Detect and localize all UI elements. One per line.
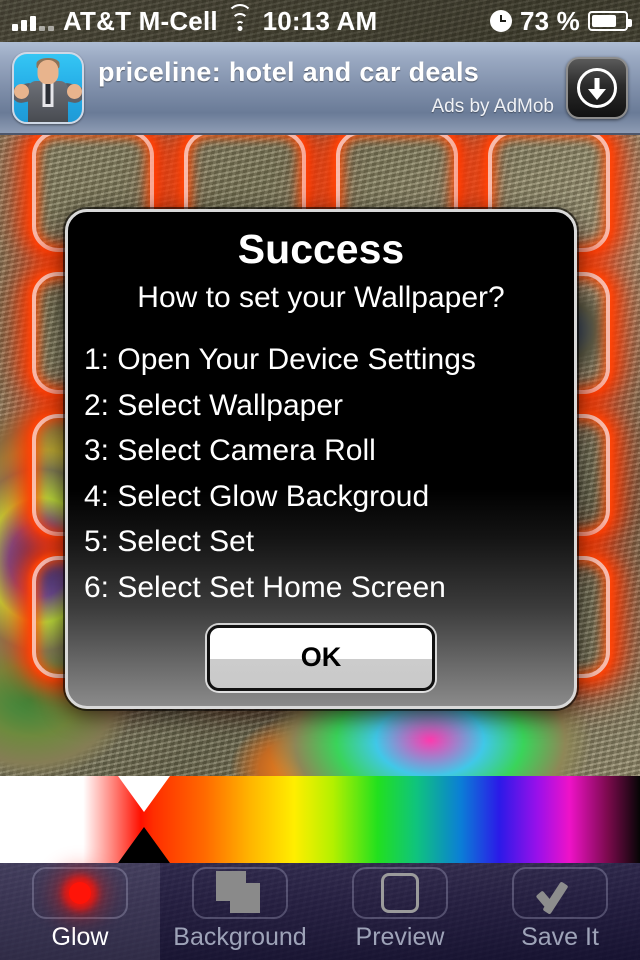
success-dialog: Success How to set your Wallpaper? 1: Op…: [65, 209, 577, 709]
checkmark-icon: [535, 876, 583, 915]
alarm-clock-icon: [489, 10, 512, 32]
empty-frame-icon: [381, 873, 419, 913]
tab-background-icon-box: [192, 867, 288, 919]
tab-save-it-icon-box: [512, 867, 608, 919]
ad-text-block: priceline: hotel and car deals Ads by Ad…: [84, 57, 566, 118]
ad-title: priceline: hotel and car deals: [98, 57, 480, 87]
ad-attribution: Ads by AdMob: [431, 96, 554, 117]
signal-bars-icon: [12, 12, 54, 31]
list-item: 4: Select Glow Backgroud: [84, 479, 430, 513]
tab-glow[interactable]: Glow: [0, 863, 160, 960]
wifi-icon: [226, 4, 253, 31]
carrier-label: AT&T M-Cell: [63, 5, 218, 36]
list-item: 5: Select Set: [84, 525, 255, 559]
ad-banner[interactable]: priceline: hotel and car deals Ads by Ad…: [0, 42, 640, 135]
tab-save-it-label: Save It: [521, 923, 599, 951]
status-bar: AT&T M-Cell 10:13 AM 73 %: [0, 0, 640, 42]
list-item: 2: Select Wallpaper: [84, 388, 344, 422]
status-bar-left: AT&T M-Cell: [0, 4, 253, 37]
tab-preview-label: Preview: [355, 923, 445, 951]
status-bar-clock: 10:13 AM: [262, 5, 378, 36]
marker-top-triangle-icon: [118, 776, 170, 812]
tab-preview-icon-box: [352, 867, 448, 919]
list-item: 3: Select Camera Roll: [84, 434, 376, 468]
glow-color-slider[interactable]: [0, 776, 640, 863]
ad-download-button[interactable]: [566, 56, 628, 119]
dialog-actions: OK: [68, 624, 574, 691]
tab-glow-label: Glow: [51, 923, 109, 951]
priceline-app-icon: [12, 51, 84, 124]
stacked-squares-icon: [216, 871, 264, 915]
color-slider-marker[interactable]: [118, 776, 170, 863]
tab-bar: Glow Background Preview Save It: [0, 863, 640, 960]
list-item: 1: Open Your Device Settings: [84, 343, 476, 377]
download-arrow-icon: [577, 67, 617, 108]
tab-background[interactable]: Background: [160, 863, 320, 960]
dialog-subtitle: How to set your Wallpaper?: [137, 281, 505, 315]
tab-glow-icon-box: [32, 867, 128, 919]
dialog-title: Success: [237, 226, 405, 272]
red-glow-dot-icon: [69, 882, 91, 904]
tab-preview[interactable]: Preview: [320, 863, 480, 960]
app-screen: AT&T M-Cell 10:13 AM 73 % priceline: hot…: [0, 0, 640, 960]
battery-icon: [588, 11, 632, 31]
battery-percent-label: 73 %: [519, 5, 580, 36]
tab-background-label: Background: [173, 923, 307, 951]
tab-save-it[interactable]: Save It: [480, 863, 640, 960]
status-bar-right: 73 %: [489, 5, 640, 37]
marker-bottom-triangle-icon: [118, 827, 170, 863]
list-item: 6: Select Set Home Screen: [84, 571, 446, 605]
ok-button[interactable]: OK: [207, 624, 435, 691]
dialog-steps-list: 1: Open Your Device Settings 2: Select W…: [68, 337, 574, 611]
